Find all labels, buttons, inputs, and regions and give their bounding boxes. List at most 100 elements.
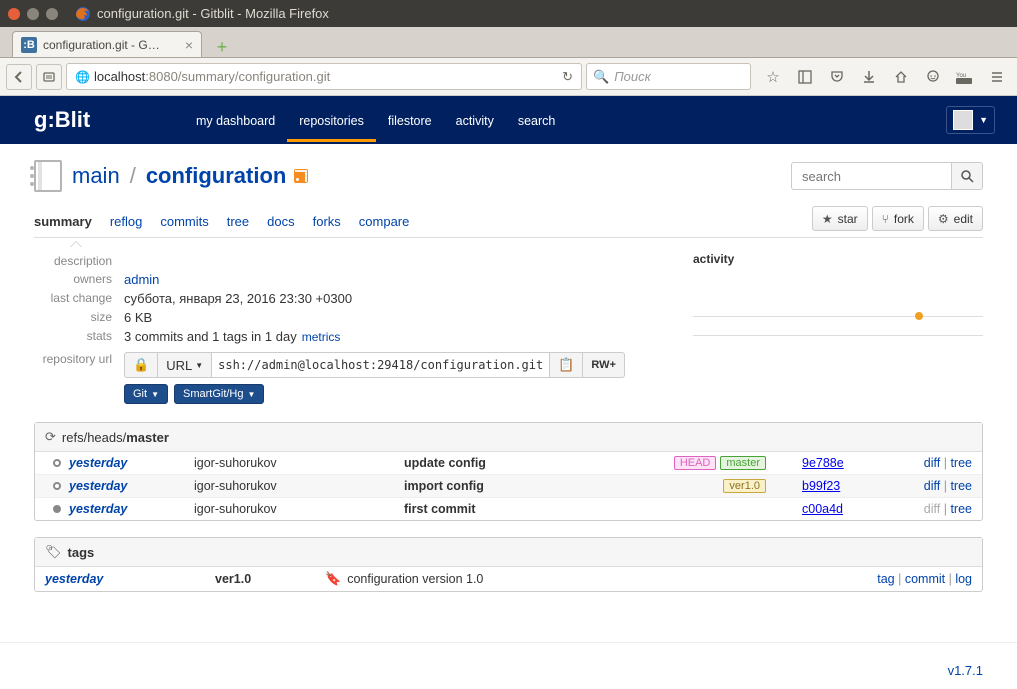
commit-message[interactable]: first commit (404, 502, 766, 516)
tree-link[interactable]: tree (950, 502, 972, 516)
clone-smartgit-button[interactable]: SmartGit/Hg▼ (174, 384, 264, 404)
clone-url-value[interactable]: ssh://admin@localhost:29418/configuratio… (212, 353, 550, 377)
back-button[interactable] (6, 64, 32, 90)
tree-link[interactable]: tree (950, 479, 972, 493)
ref-badge-branch[interactable]: master (720, 456, 766, 470)
browser-tab[interactable]: :B configuration.git - G… × (12, 31, 202, 57)
rss-icon[interactable] (294, 169, 308, 183)
fork-button[interactable]: ⑂fork (872, 206, 924, 231)
gitblit-logo[interactable]: g:Blit (34, 105, 124, 135)
tag-name[interactable]: ver1.0 (215, 572, 325, 586)
refresh-icon[interactable]: ⟳ (45, 429, 56, 445)
repo-search (791, 162, 983, 190)
browser-search-field[interactable]: 🔍 Поиск (586, 63, 751, 90)
commit-message[interactable]: update config (404, 456, 674, 470)
nav-repositories[interactable]: repositories (287, 98, 376, 142)
bookmark-star-icon[interactable]: ☆ (759, 64, 787, 90)
commit-refs: HEADmaster (674, 456, 766, 470)
commit-hash-link[interactable]: b99f23 (802, 479, 840, 493)
tag-message: 🔖configuration version 1.0 (325, 571, 877, 587)
tree-link[interactable]: tree (950, 456, 972, 470)
reload-icon[interactable]: ↻ (558, 69, 577, 85)
permission-badge: RW+ (583, 353, 624, 377)
caret-down-icon: ▼ (979, 115, 988, 125)
search-placeholder: Поиск (614, 69, 651, 84)
version-link[interactable]: v1.7.1 (948, 663, 983, 678)
menu-icon[interactable] (983, 64, 1011, 90)
tag-row: yesterdayver1.0🔖configuration version 1.… (35, 567, 982, 591)
commit-hash-link[interactable]: c00a4d (802, 502, 843, 516)
summary-area: description ownersadmin last changeсуббо… (34, 252, 983, 406)
window-maximize-icon[interactable] (46, 8, 58, 20)
tab-summary[interactable]: summary (34, 214, 92, 229)
url-host: localhost (94, 69, 145, 84)
home-icon[interactable] (887, 64, 915, 90)
commit-link[interactable]: commit (905, 572, 945, 586)
edit-button[interactable]: ⚙edit (928, 206, 983, 231)
tab-forks[interactable]: forks (313, 214, 341, 229)
repo-action-buttons: ★star ⑂fork ⚙edit (812, 206, 983, 231)
repo-name-link[interactable]: configuration (146, 163, 287, 189)
commit-refs: ver1.0 (723, 479, 766, 493)
metrics-link[interactable]: metrics (302, 330, 341, 344)
repo-search-button[interactable] (951, 162, 983, 190)
copy-icon[interactable]: 📋 (550, 353, 583, 377)
window-close-icon[interactable] (8, 8, 20, 20)
project-link[interactable]: main (72, 163, 120, 189)
downloads-icon[interactable] (855, 64, 883, 90)
diff-link[interactable]: diff (924, 456, 940, 470)
user-menu[interactable]: ▼ (946, 106, 995, 134)
label-repo-url: repository url (34, 352, 124, 404)
commit-hash-link[interactable]: 9e788e (802, 456, 844, 470)
tags-heading: tags (68, 545, 95, 560)
label-description: description (34, 254, 124, 268)
tab-reflog[interactable]: reflog (110, 214, 143, 229)
footer: v1.7.1 (0, 642, 1017, 688)
tab-commits[interactable]: commits (160, 214, 208, 229)
log-link[interactable]: log (955, 572, 972, 586)
ref-badge-tag[interactable]: ver1.0 (723, 479, 766, 493)
nav-search[interactable]: search (506, 98, 568, 142)
url-label[interactable]: URL ▼ (158, 353, 212, 377)
gitblit-header: g:Blit my dashboardrepositoriesfilestore… (0, 96, 1017, 144)
activity-point-icon (915, 312, 923, 320)
diff-link-disabled: diff (924, 502, 940, 516)
ref-badge-head[interactable]: HEAD (674, 456, 717, 470)
tab-docs[interactable]: docs (267, 214, 294, 229)
meta-table: description ownersadmin last changeсуббо… (34, 252, 653, 406)
nav-activity[interactable]: activity (444, 98, 506, 142)
window-minimize-icon[interactable] (27, 8, 39, 20)
tab-tree[interactable]: tree (227, 214, 249, 229)
reader-button[interactable] (36, 64, 62, 90)
path-separator: / (130, 163, 136, 189)
main-nav: my dashboardrepositoriesfilestoreactivit… (184, 98, 567, 142)
youtube-icon[interactable]: You (951, 64, 979, 90)
graph-node-icon (53, 482, 61, 490)
tag-link[interactable]: tag (877, 572, 894, 586)
pocket-icon[interactable] (823, 64, 851, 90)
url-path: :8080/summary/configuration.git (145, 69, 330, 84)
new-tab-button[interactable]: + (210, 37, 234, 57)
commit-message[interactable]: import config (404, 479, 723, 493)
nav-my-dashboard[interactable]: my dashboard (184, 98, 287, 142)
caret-down-icon: ▼ (248, 390, 256, 399)
diff-link[interactable]: diff (924, 479, 940, 493)
chat-icon[interactable] (919, 64, 947, 90)
repo-tab-row: summary reflog commits tree docs forks compare… (34, 206, 983, 238)
star-button[interactable]: ★star (812, 206, 868, 231)
repo-icon (34, 160, 62, 192)
browser-toolbar: 🌐 localhost:8080/summary/configuration.g… (0, 58, 1017, 96)
clone-git-button[interactable]: Git▼ (124, 384, 168, 404)
sidebar-icon[interactable] (791, 64, 819, 90)
url-text: localhost:8080/summary/configuration.git (94, 69, 558, 84)
svg-text:g:Blit: g:Blit (34, 107, 91, 132)
commit-list: yesterdayigor-suhorukovupdate configHEAD… (35, 452, 982, 520)
tab-compare[interactable]: compare (359, 214, 410, 229)
nav-filestore[interactable]: filestore (376, 98, 444, 142)
avatar-icon (953, 110, 973, 130)
tab-close-icon[interactable]: × (185, 37, 193, 53)
owner-link[interactable]: admin (124, 272, 159, 287)
repo-search-input[interactable] (791, 162, 951, 190)
url-field[interactable]: 🌐 localhost:8080/summary/configuration.g… (66, 63, 582, 90)
star-label: star (838, 212, 858, 226)
